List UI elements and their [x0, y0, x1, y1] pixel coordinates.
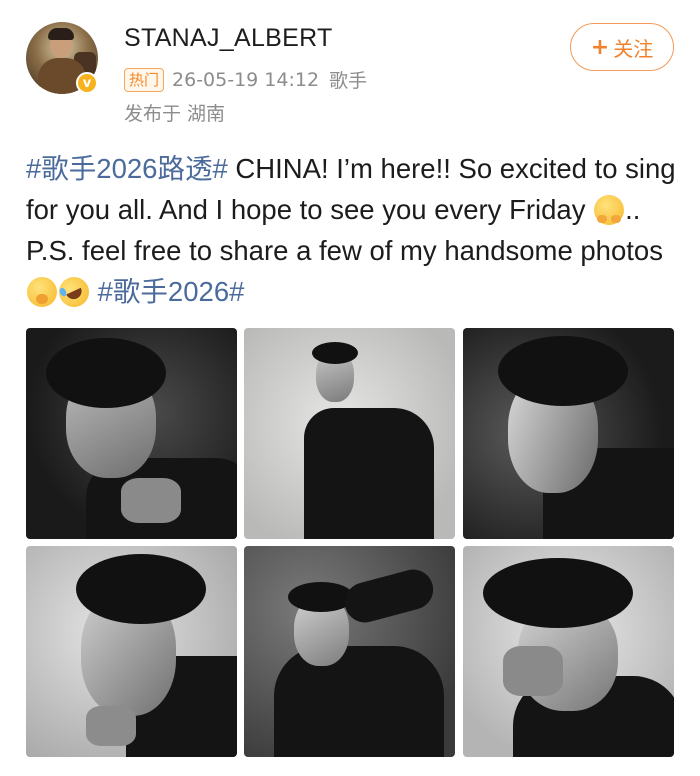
photo-hands — [86, 706, 136, 746]
photo-hands — [121, 478, 181, 523]
photo-figure — [304, 408, 434, 539]
hashtag-link[interactable]: #歌手2026# — [98, 276, 245, 307]
photo-hair — [483, 558, 633, 628]
photo-figure — [274, 646, 444, 757]
hot-badge: 热门 — [124, 67, 165, 92]
post-location: 发布于 湖南 — [124, 103, 226, 125]
photo-1[interactable] — [26, 328, 237, 539]
photo-hair — [498, 336, 628, 406]
plus-icon: + — [590, 34, 610, 60]
photo-4[interactable] — [26, 546, 237, 757]
photo-hair — [312, 342, 358, 364]
photo-2[interactable] — [244, 328, 455, 539]
post-text: #歌手2026路透# CHINA! I’m here!! So excited … — [26, 148, 686, 312]
username[interactable]: STANAJ_ALBERT — [124, 24, 333, 53]
follow-label: 关注 — [613, 36, 654, 61]
photo-grid — [26, 328, 674, 758]
photo-hands — [503, 646, 563, 696]
post-timestamp: 26-05-19 14:12 — [172, 68, 320, 91]
photo-6[interactable] — [463, 546, 674, 757]
hugging-emoji-icon — [594, 195, 625, 225]
verified-badge-icon: v — [76, 72, 98, 94]
hashtag-link[interactable]: #歌手2026路透# — [26, 153, 228, 184]
hand-over-mouth-emoji-icon — [27, 277, 57, 307]
rofl-emoji-icon — [54, 272, 94, 312]
photo-hair — [288, 582, 354, 612]
post-meta: 热门 26-05-19 14:12 歌手 — [124, 66, 367, 93]
follow-button[interactable]: + 关注 — [570, 23, 674, 71]
avatar-hair — [48, 28, 74, 40]
photo-hair — [76, 554, 206, 624]
post-source[interactable]: 歌手 — [329, 66, 367, 93]
photo-5[interactable] — [244, 546, 455, 757]
photo-3[interactable] — [463, 328, 674, 539]
photo-hair — [46, 338, 166, 408]
weibo-post: v STANAJ_ALBERT 热门 26-05-19 14:12 歌手 发布于… — [0, 0, 700, 776]
